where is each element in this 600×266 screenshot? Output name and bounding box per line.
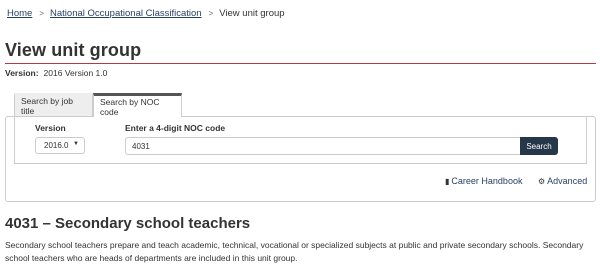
unit-group-title: 4031 – Secondary school teachers <box>5 215 251 232</box>
version-select[interactable]: 2016.0 ▼ <box>35 137 85 154</box>
chevron-down-icon: ▼ <box>73 141 79 147</box>
noc-code-label: Enter a 4-digit NOC code <box>125 123 226 133</box>
search-button[interactable]: Search <box>520 137 558 155</box>
version-select-label: Version <box>35 123 66 133</box>
breadcrumb-home-link[interactable]: Home <box>7 8 32 19</box>
tab-search-by-noc-code[interactable]: Search by NOC code <box>93 93 182 117</box>
version-label: Version: <box>5 68 39 78</box>
advanced-label: Advanced <box>547 176 588 186</box>
breadcrumb-separator: > <box>39 9 45 18</box>
version-line: Version: 2016 Version 1.0 <box>5 68 107 78</box>
advanced-link[interactable]: ⚙ Advanced <box>538 176 587 186</box>
page-title: View unit group <box>5 40 142 60</box>
version-select-value: 2016.0 <box>44 141 69 150</box>
title-divider <box>5 63 596 64</box>
gear-icon: ⚙ <box>538 176 546 186</box>
breadcrumb-current: View unit group <box>219 8 285 19</box>
book-icon: ▮ <box>445 176 450 186</box>
breadcrumb: Home > National Occupational Classificat… <box>7 8 285 19</box>
search-panel <box>5 116 596 202</box>
version-value: 2016 Version 1.0 <box>43 68 108 78</box>
breadcrumb-separator: > <box>208 9 214 18</box>
unit-group-description: Secondary school teachers prepare and te… <box>5 240 584 263</box>
breadcrumb-noc-link[interactable]: National Occupational Classification <box>50 8 202 19</box>
career-handbook-link[interactable]: ▮ Career Handbook <box>445 176 522 186</box>
career-handbook-label: Career Handbook <box>451 176 523 186</box>
search-tabs: Search by job title Search by NOC code <box>14 93 182 117</box>
tab-search-by-job-title[interactable]: Search by job title <box>14 93 93 116</box>
noc-code-input[interactable]: 4031 <box>125 137 520 155</box>
